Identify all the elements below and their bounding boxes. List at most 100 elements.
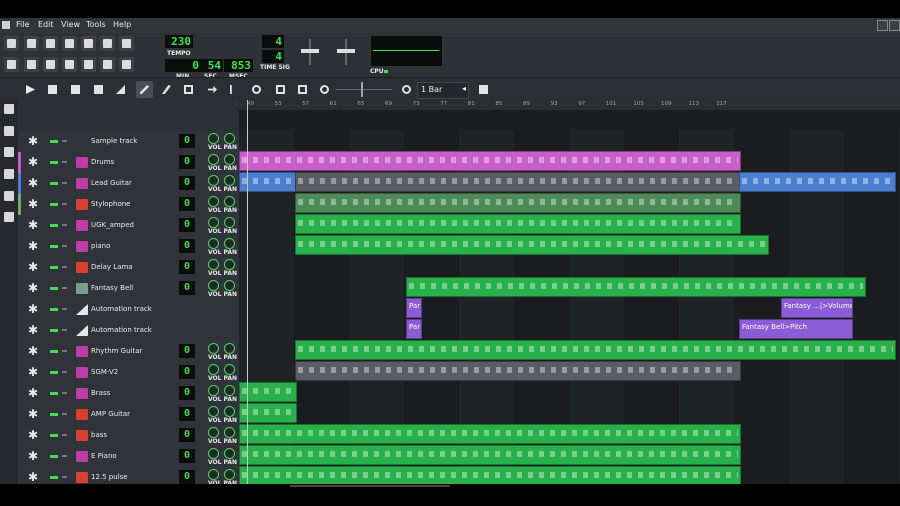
volume-knob[interactable] [208,343,219,354]
gear-icon[interactable]: ✱ [28,408,41,421]
track-name[interactable]: bass [91,431,107,439]
mute-button[interactable] [50,140,58,143]
project-notes-icon[interactable] [119,57,134,72]
track-volume-display[interactable]: 0 [179,260,195,274]
pattern-clip[interactable] [295,172,741,192]
gear-icon[interactable]: ✱ [28,261,41,274]
proportional-snap-icon[interactable] [475,81,492,98]
add-sample-track-icon[interactable] [90,81,107,98]
track-name[interactable]: AMP Guitar [91,410,130,418]
pattern-clip[interactable] [239,151,741,171]
volume-knob[interactable] [208,259,219,270]
gear-icon[interactable]: ✱ [28,219,41,232]
track-name[interactable]: Lead Guitar [91,179,132,187]
volume-knob[interactable] [208,280,219,291]
track-row[interactable]: ✱ SGM-V2 0 VOL PAN [18,362,239,384]
solo-button[interactable] [62,371,67,373]
automation-pattern[interactable]: Fantasy ...|>Volume [781,298,853,318]
track-row[interactable]: ✱ E Piano 0 VOL PAN [18,446,239,468]
auto-scroll-icon[interactable] [204,81,221,98]
pan-knob[interactable] [224,364,235,375]
volume-knob[interactable] [208,469,219,480]
mute-button[interactable] [50,392,58,395]
solo-button[interactable] [62,266,67,268]
timesig-numerator[interactable]: 4 [262,35,284,48]
menu-tools[interactable]: Tools [86,20,106,29]
track-row[interactable]: ✱ Delay Lama 0 VOL PAN [18,257,239,279]
song-editor-icon[interactable] [4,57,19,72]
gear-icon[interactable]: ✱ [28,303,41,316]
solo-button[interactable] [62,182,67,184]
insert-bar-icon[interactable] [272,81,289,98]
track-row[interactable]: ✱ Lead Guitar 0 VOL PAN [18,173,239,195]
pattern-clip[interactable] [295,235,769,255]
mute-button[interactable] [50,455,58,458]
gear-icon[interactable]: ✱ [28,471,41,484]
gear-icon[interactable]: ✱ [28,198,41,211]
track-volume-display[interactable]: 0 [179,176,195,190]
volume-knob[interactable] [208,385,219,396]
track-row[interactable]: ✱ Automation track [18,299,239,321]
volume-knob[interactable] [208,406,219,417]
menu-edit[interactable]: Edit [38,20,54,29]
my-home-icon[interactable] [4,191,14,201]
pan-knob[interactable] [224,259,235,270]
volume-knob[interactable] [208,427,219,438]
instrument-plugins-icon[interactable] [4,104,14,114]
open-project-icon[interactable] [43,36,58,51]
track-row[interactable]: ✱ AMP Guitar 0 VOL PAN [18,404,239,426]
pan-knob[interactable] [224,469,235,480]
mute-button[interactable] [50,308,58,311]
remove-bar-icon[interactable] [294,81,311,98]
pan-knob[interactable] [224,448,235,459]
gear-icon[interactable]: ✱ [28,429,41,442]
track-name[interactable]: Rhythm Guitar [91,347,142,355]
mute-button[interactable] [50,371,58,374]
computer-icon[interactable] [4,212,14,222]
automation-pattern[interactable]: Par [406,319,422,339]
automation-pattern[interactable]: Par [406,298,422,318]
track-volume-display[interactable]: 0 [179,344,195,358]
pan-knob[interactable] [224,154,235,165]
pattern-clip[interactable] [239,424,741,444]
gear-icon[interactable]: ✱ [28,282,41,295]
mute-button[interactable] [50,182,58,185]
draw-mode-icon[interactable] [136,81,153,98]
mute-button[interactable] [50,245,58,248]
pan-knob[interactable] [224,175,235,186]
my-presets-icon[interactable] [4,169,14,179]
track-name[interactable]: Brass [91,389,110,397]
track-volume-display[interactable]: 0 [179,365,195,379]
track-volume-display[interactable]: 0 [179,197,195,211]
solo-button[interactable] [62,161,67,163]
export-icon[interactable] [119,36,134,51]
track-row[interactable]: ✱ Sample track 0 VOL PAN [18,131,239,153]
play-button[interactable] [22,81,39,98]
select-mode-icon[interactable] [180,81,197,98]
track-name[interactable]: Drums [91,158,114,166]
pan-knob[interactable] [224,217,235,228]
gear-icon[interactable]: ✱ [28,177,41,190]
mixer-icon[interactable] [81,57,96,72]
track-name[interactable]: Stylophone [91,200,130,208]
track-name[interactable]: 12.5 pulse [91,473,128,481]
horizontal-scrollbar[interactable] [0,484,900,506]
solo-button[interactable] [62,392,67,394]
track-lane[interactable] [239,255,900,277]
loop-points-icon[interactable] [226,81,243,98]
track-volume-display[interactable]: 0 [179,407,195,421]
track-row[interactable]: ✱ bass 0 VOL PAN [18,425,239,447]
master-volume-slider[interactable] [298,39,322,65]
track-row[interactable]: ✱ Drums 0 VOL PAN [18,152,239,174]
track-volume-display[interactable]: 0 [179,470,195,484]
pattern-clip[interactable] [295,214,741,234]
pattern-clip[interactable] [406,277,866,297]
gear-icon[interactable]: ✱ [28,156,41,169]
gear-icon[interactable]: ✱ [28,366,41,379]
track-name[interactable]: SGM-V2 [91,368,118,376]
solo-button[interactable] [62,413,67,415]
add-automation-track-icon[interactable] [112,81,129,98]
track-name[interactable]: Automation track [91,326,152,334]
pan-knob[interactable] [224,406,235,417]
pan-knob[interactable] [224,343,235,354]
